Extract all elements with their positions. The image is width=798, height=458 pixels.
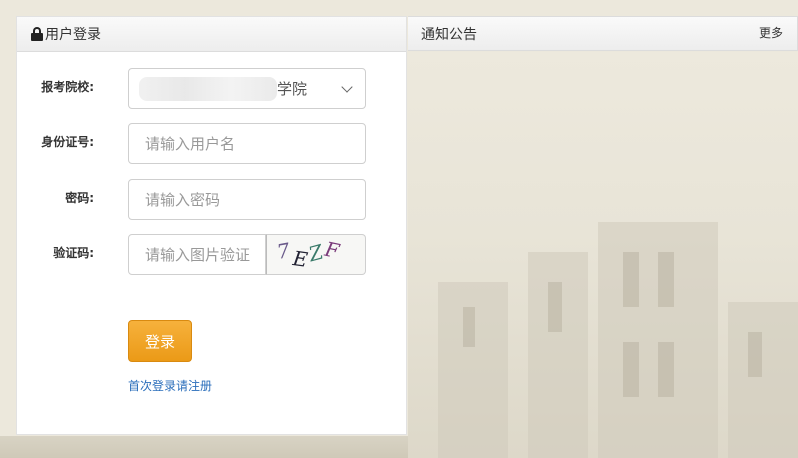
notice-title: 通知公告 bbox=[421, 26, 477, 43]
notice-panel-header: 通知公告 更多 bbox=[408, 16, 798, 51]
captcha-char: 7 bbox=[275, 238, 292, 264]
login-panel-header: 用户登录 bbox=[17, 17, 406, 52]
background-illustration bbox=[408, 52, 798, 458]
login-panel: 用户登录 报考院校: 学院 身份证号: 请输入用户名 密码: 请输入密码 验证码… bbox=[16, 16, 407, 435]
school-label: 报考院校: bbox=[41, 80, 94, 94]
captcha-char: F bbox=[322, 236, 342, 264]
captcha-char: Z bbox=[306, 239, 326, 267]
login-title: 用户登录 bbox=[45, 27, 101, 43]
captcha-image[interactable]: 7 E Z F bbox=[266, 234, 366, 275]
lock-icon bbox=[30, 27, 44, 41]
school-select[interactable]: 学院 bbox=[128, 68, 366, 109]
register-link[interactable]: 首次登录请注册 bbox=[128, 377, 212, 394]
captcha-input[interactable]: 请输入图片验证 bbox=[128, 234, 266, 275]
more-link[interactable]: 更多 bbox=[759, 24, 783, 41]
captcha-label: 验证码: bbox=[53, 246, 94, 260]
password-label: 密码: bbox=[65, 191, 94, 205]
captcha-char: E bbox=[291, 246, 310, 272]
redacted-school-name bbox=[139, 77, 277, 101]
id-number-input[interactable]: 请输入用户名 bbox=[128, 123, 366, 164]
background-strip bbox=[0, 436, 408, 458]
chevron-down-icon bbox=[341, 80, 353, 93]
id-label: 身份证号: bbox=[41, 135, 94, 149]
password-input[interactable]: 请输入密码 bbox=[128, 179, 366, 220]
school-select-value: 学院 bbox=[277, 80, 308, 98]
login-button[interactable]: 登录 bbox=[128, 320, 192, 362]
